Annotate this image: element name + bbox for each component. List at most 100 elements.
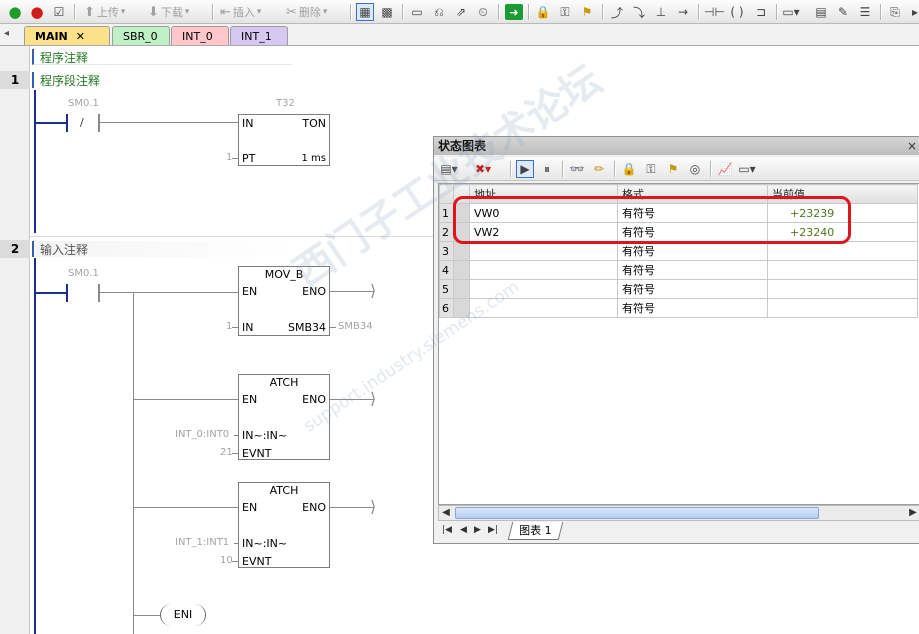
atch-box-2[interactable]: ATCH EN ENO IN~:IN~ EVNT: [238, 482, 330, 568]
scroll-left-icon[interactable]: ◀: [439, 506, 453, 520]
lock-icon[interactable]: 🔒: [534, 3, 552, 21]
network-1-header[interactable]: 1 程序段注释: [0, 71, 919, 89]
address-cell[interactable]: [469, 298, 618, 318]
format-cell[interactable]: 有符号: [617, 279, 768, 299]
unlock-icon[interactable]: ⚿: [556, 3, 574, 21]
properties-icon[interactable]: ☰: [856, 3, 874, 21]
address-cell[interactable]: [469, 279, 618, 299]
table-row[interactable]: 5 有符号: [439, 279, 918, 299]
eni-coil[interactable]: ENI: [160, 604, 206, 626]
edit-icon[interactable]: ✎: [834, 3, 852, 21]
add-row-icon[interactable]: ▤▾: [440, 160, 458, 178]
address-cell[interactable]: [469, 260, 618, 280]
delete-row-icon[interactable]: ✖▾: [474, 160, 492, 178]
bookmark-icon[interactable]: ⎘: [886, 3, 904, 21]
value-cell: [767, 279, 918, 299]
value-cell: [767, 298, 918, 318]
unforce-all-icon[interactable]: ⚑: [664, 160, 682, 178]
status-chart-title[interactable]: 状态图表 ×: [434, 137, 919, 155]
program-comment[interactable]: 程序注释: [32, 49, 292, 65]
format-cell[interactable]: 有符号: [617, 260, 768, 280]
tab-int-0[interactable]: INT_0: [171, 26, 229, 45]
timer-icon[interactable]: ⏲: [474, 3, 492, 21]
format-cell[interactable]: 有符号: [617, 241, 768, 261]
table-row[interactable]: 3 有符号: [439, 241, 918, 261]
prev-sheet-icon[interactable]: ◀: [460, 525, 467, 535]
chart-status-icon[interactable]: ▶: [516, 160, 534, 178]
network-comment[interactable]: 输入注释: [32, 241, 292, 257]
last-sheet-icon[interactable]: ▶|: [488, 525, 498, 535]
force-icon[interactable]: ⚑: [578, 3, 596, 21]
table-row[interactable]: 6 有符号: [439, 298, 918, 318]
upload-button[interactable]: ⬆ 上传 ▾: [84, 3, 125, 21]
program-status-icon[interactable]: ▦: [356, 3, 374, 21]
close-icon[interactable]: ✕: [76, 30, 85, 43]
delete-button[interactable]: ✂ 删除 ▾: [286, 3, 327, 21]
format-cell[interactable]: 有符号: [617, 298, 768, 318]
mov-out-value[interactable]: SMB34: [338, 321, 373, 332]
download-button[interactable]: ⬇ 下载 ▾: [148, 3, 189, 21]
contact-icon[interactable]: ⊣⊢: [704, 3, 725, 21]
horizontal-scrollbar[interactable]: ◀ ▶: [438, 505, 919, 521]
unforce-icon[interactable]: ⚿: [642, 160, 660, 178]
tab-sbr-0[interactable]: SBR_0: [112, 26, 170, 45]
comment-dropdown-icon[interactable]: ▭▾: [782, 3, 800, 21]
contact-address[interactable]: SM0.1: [68, 98, 99, 109]
tab-main[interactable]: MAIN ✕: [24, 26, 110, 45]
coil-icon[interactable]: ( ): [728, 3, 746, 21]
address-cell[interactable]: [469, 241, 618, 261]
atch-box-1[interactable]: ATCH EN ENO IN~:IN~ EVNT: [238, 374, 330, 460]
stop-icon[interactable]: ●: [28, 3, 46, 21]
read-icon[interactable]: 👓: [568, 160, 586, 178]
network-comment[interactable]: 程序段注释: [32, 72, 292, 88]
open-icon[interactable]: ⇗: [452, 3, 470, 21]
symbol-table-icon[interactable]: ▤: [812, 3, 830, 21]
contact-address[interactable]: SM0.1: [68, 268, 99, 279]
sheet-tab-chart-1[interactable]: 图表 1: [507, 522, 563, 540]
scroll-thumb[interactable]: [455, 507, 819, 519]
first-sheet-icon[interactable]: |◀: [442, 525, 452, 535]
ton-timer-box[interactable]: IN TON PT 1 ms: [238, 114, 330, 166]
undo-icon[interactable]: ⎌: [430, 3, 448, 21]
output-arrow-icon: ⟩: [370, 281, 377, 300]
trend-view-icon[interactable]: 📈: [716, 160, 734, 178]
box-icon[interactable]: ▭: [408, 3, 426, 21]
overflow-icon[interactable]: ▸: [906, 3, 919, 21]
line-right-icon[interactable]: →: [674, 3, 692, 21]
force-icon[interactable]: 🔒: [620, 160, 638, 178]
next-sheet-icon[interactable]: ▶: [474, 525, 481, 535]
network-number: 1: [0, 71, 30, 89]
atch1-evnt-value[interactable]: 21: [220, 447, 233, 458]
arrow-down-icon: ⬇: [148, 4, 159, 20]
output-arrow-icon: ⟩: [370, 497, 377, 516]
tab-scroll-left-icon[interactable]: ◂: [4, 28, 9, 39]
branch-up-icon[interactable]: ⤴: [608, 3, 626, 21]
close-icon[interactable]: ×: [907, 137, 917, 155]
highlight-annotation: [453, 196, 851, 244]
export-icon[interactable]: ➜: [505, 4, 523, 20]
line-up-icon[interactable]: ⊥: [652, 3, 670, 21]
timer-name[interactable]: T32: [276, 98, 295, 109]
scroll-right-icon[interactable]: ▶: [906, 506, 919, 520]
comment-dropdown-icon[interactable]: ▭▾: [738, 160, 756, 178]
run-icon[interactable]: ●: [6, 3, 24, 21]
pause-icon[interactable]: ⏸: [538, 160, 556, 178]
compile-icon[interactable]: ☑: [50, 3, 68, 21]
tab-int-1[interactable]: INT_1: [230, 26, 288, 45]
normally-closed-symbol: /: [80, 116, 84, 129]
atch2-evnt-value[interactable]: 10: [220, 555, 233, 566]
table-row[interactable]: 4 有符号: [439, 260, 918, 280]
atch1-int-value[interactable]: INT_0:INT0: [175, 429, 229, 440]
box-instr-icon[interactable]: ⊐: [752, 3, 770, 21]
mov-b-box[interactable]: MOV_B EN ENO IN SMB34: [238, 266, 330, 336]
arrow-up-icon: ⬆: [84, 4, 95, 20]
write-icon[interactable]: ✏: [590, 160, 608, 178]
insert-button[interactable]: ⇤ 插入 ▾: [220, 3, 261, 21]
power-rail: [34, 90, 36, 233]
network-number: 2: [0, 240, 30, 258]
branch-down-icon[interactable]: ⤵: [630, 3, 648, 21]
chart-status-icon[interactable]: ▩: [378, 3, 396, 21]
value-cell: [767, 241, 918, 261]
atch2-int-value[interactable]: INT_1:INT1: [175, 537, 229, 548]
read-forced-icon[interactable]: ◎: [686, 160, 704, 178]
